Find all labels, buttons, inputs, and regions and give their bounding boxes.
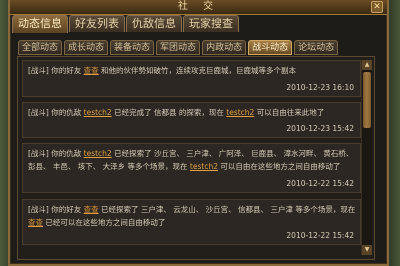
- entry-tag: [战斗]: [28, 205, 49, 214]
- entry-text: 已经可以在这些地方之间自由移动了: [43, 218, 166, 227]
- feed-scrollbar[interactable]: ▲ ▼: [361, 60, 372, 255]
- main-tab-bar: 动态信息 好友列表 仇敌信息 玩家搜查: [12, 15, 239, 33]
- entry-text: 已经完成了 信都县 的探索，现在: [111, 108, 227, 117]
- scroll-up-icon[interactable]: ▲: [362, 60, 372, 70]
- entry-timestamp: 2010-12-22 15:42: [286, 231, 354, 240]
- entry-tag: [战斗]: [28, 66, 49, 75]
- subtab-battle[interactable]: 战斗动态: [248, 40, 293, 55]
- entry-text: 可以自由在这些地方之间自由移动了: [217, 162, 341, 171]
- entry-text: 你的好友: [51, 205, 84, 214]
- player-name-link[interactable]: 查查: [84, 66, 99, 75]
- entry-tag: [战斗]: [28, 108, 49, 117]
- activity-feed: [战斗] 你的好友 查查 和他的伙伴勢如破竹，连续攻克巨鹿城，巨鹿城等多个副本 …: [17, 56, 375, 260]
- subtab-forum[interactable]: 论坛动态: [294, 40, 339, 55]
- tab-player-search[interactable]: 玩家搜查: [183, 15, 239, 32]
- player-name-link[interactable]: testch2: [84, 149, 112, 158]
- subtab-legion[interactable]: 军团动态: [156, 40, 201, 55]
- player-name-link[interactable]: testch2: [190, 162, 218, 171]
- feed-entry: [战斗] 你的仇敌 testch2 已经完成了 信都县 的探索，现在 testc…: [22, 102, 361, 138]
- background-scenery-right: [388, 0, 400, 266]
- entry-text: 和他的伙伴勢如破竹，连续攻克巨鹿城，巨鹿城等多个副本: [98, 66, 297, 75]
- close-button[interactable]: ✕: [371, 1, 383, 13]
- feed-entry: [战斗] 你的好友 查查 和他的伙伴勢如破竹，连续攻克巨鹿城，巨鹿城等多个副本 …: [22, 60, 361, 97]
- feed-entry: [战斗] 你的仇敌 testch2 已经探索了 沙丘宫、 三户津、 广阿泽、 巨…: [22, 143, 361, 193]
- subtab-growth[interactable]: 成长动态: [64, 40, 109, 55]
- player-name-link[interactable]: 查查: [28, 218, 43, 227]
- subtab-equipment[interactable]: 装备动态: [110, 40, 155, 55]
- entry-tag: [战斗]: [28, 149, 49, 158]
- player-name-link[interactable]: testch2: [84, 108, 112, 117]
- entry-timestamp: 2010-12-23 15:42: [286, 124, 354, 133]
- tab-enemy-info[interactable]: 仇敌信息: [126, 15, 182, 32]
- subtab-internal-affairs[interactable]: 内政动态: [202, 40, 247, 55]
- entry-timestamp: 2010-12-22 15:42: [286, 179, 354, 188]
- scroll-down-icon[interactable]: ▼: [362, 245, 372, 255]
- sub-tab-bar: 全部动态 成长动态 装备动态 军团动态 内政动态 战斗动态 论坛动态: [18, 40, 339, 55]
- entry-text: 可以自由往来此地了: [254, 108, 325, 117]
- feed-entry: [战斗] 你的好友 查查 已经探索了 三户津、 云龙山、 沙丘宫、 信都县、 三…: [22, 199, 361, 245]
- entry-text: 你的仇敌: [51, 149, 84, 158]
- player-name-link[interactable]: 查查: [84, 205, 99, 214]
- entry-text: 你的好友: [51, 66, 84, 75]
- subtab-all[interactable]: 全部动态: [18, 40, 63, 55]
- tab-activity-info[interactable]: 动态信息: [12, 15, 68, 33]
- tab-friend-list[interactable]: 好友列表: [69, 15, 125, 32]
- entry-text: 已经探索了 三户津、 云龙山、 沙丘宫、 信都县、 三户津 等多个场景，现在: [98, 205, 356, 214]
- player-name-link[interactable]: testch2: [226, 108, 254, 117]
- entry-timestamp: 2010-12-23 16:10: [286, 83, 354, 92]
- title-bar: 社 交 ✕: [10, 0, 387, 15]
- scroll-thumb[interactable]: [363, 72, 371, 128]
- window-title: 社 交: [177, 1, 220, 12]
- entry-text: 你的仇敌: [51, 108, 84, 117]
